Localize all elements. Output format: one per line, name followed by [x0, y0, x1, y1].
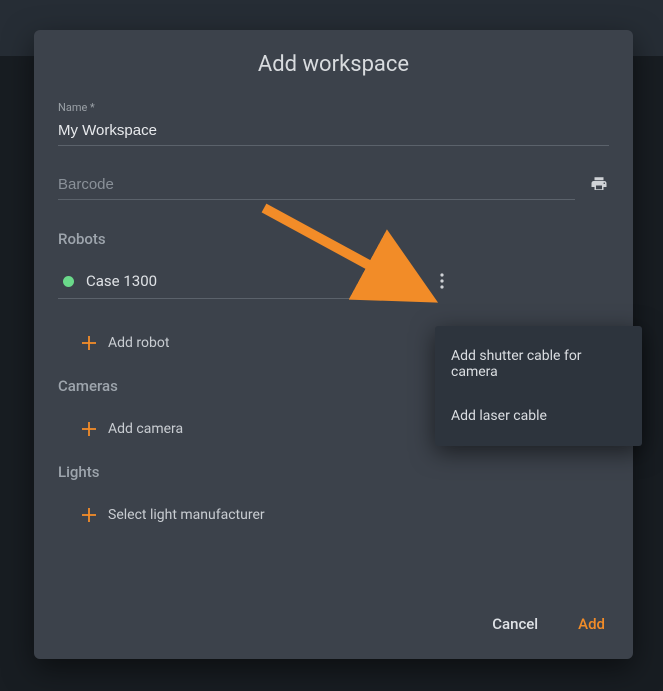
name-input[interactable] [58, 118, 609, 146]
barcode-row [58, 172, 609, 200]
robot-context-menu: Add shutter cable for camera Add laser c… [435, 326, 642, 446]
robot-row: Case 1300 [58, 266, 609, 299]
name-field-wrapper: Name * [58, 101, 609, 146]
add-shutter-cable-item[interactable]: Add shutter cable for camera [435, 334, 642, 394]
plus-icon [82, 336, 96, 350]
barcode-input[interactable] [58, 172, 575, 200]
plus-icon [82, 508, 96, 522]
plus-icon [82, 422, 96, 436]
dialog-actions: Cancel Add [486, 607, 611, 641]
robot-more-button[interactable] [434, 267, 450, 299]
add-camera-label: Add camera [108, 421, 183, 437]
robot-select-value: Case 1300 [86, 272, 418, 290]
add-robot-label: Add robot [108, 335, 169, 351]
select-light-button[interactable]: Select light manufacturer [58, 499, 609, 531]
add-laser-cable-item[interactable]: Add laser cable [435, 394, 642, 438]
robot-select[interactable]: Case 1300 [58, 266, 420, 299]
status-dot-icon [63, 276, 74, 287]
print-icon[interactable] [589, 175, 609, 197]
name-field-label: Name * [58, 101, 609, 114]
select-light-label: Select light manufacturer [108, 507, 265, 523]
cancel-button[interactable]: Cancel [486, 607, 544, 641]
lights-section-heading: Lights [58, 463, 609, 481]
robots-section-heading: Robots [58, 230, 609, 248]
chevron-down-icon [406, 282, 418, 290]
dialog-title: Add workspace [58, 52, 609, 77]
add-button[interactable]: Add [572, 607, 611, 641]
